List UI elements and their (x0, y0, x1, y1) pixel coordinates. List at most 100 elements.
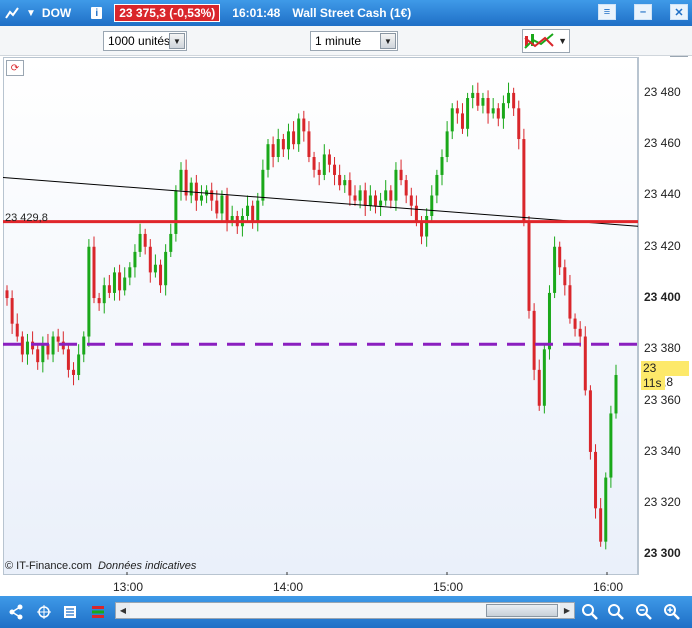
candle-body (220, 195, 224, 214)
price-chart[interactable] (3, 57, 638, 575)
candle-body (92, 246, 96, 299)
copyright-text: © IT-Finance.com (5, 560, 92, 572)
instrument-name: Wall Street Cash (1€) (292, 6, 412, 20)
price-badge: 23 375,3 (-0,53%) (114, 4, 221, 22)
zoom-reset-icon[interactable] (606, 602, 626, 622)
indicators-button[interactable]: ▼ (522, 29, 570, 53)
candle-body (20, 336, 24, 355)
candle-body (568, 285, 572, 319)
minimize-icon[interactable]: – (634, 4, 652, 20)
candle-body (445, 131, 449, 158)
scroll-right-icon[interactable]: ▶ (560, 603, 574, 618)
table-icon[interactable] (88, 602, 108, 622)
interval-select[interactable]: 1 minute ▼ (310, 31, 398, 51)
info-icon[interactable]: i (91, 7, 103, 19)
candle-body (553, 246, 557, 293)
y-tick-label: 23 460 (644, 136, 681, 151)
scroll-left-icon[interactable]: ◀ (116, 603, 130, 618)
share-icon[interactable] (6, 602, 26, 622)
refresh-icon[interactable]: ⟳ (6, 60, 24, 76)
chevron-down-icon[interactable]: ▼ (26, 8, 36, 19)
candle-body (159, 264, 163, 286)
candle-body (128, 267, 132, 278)
candle-body (496, 108, 500, 119)
candle-body (522, 139, 526, 222)
app-icon[interactable] (4, 5, 20, 21)
candle-body (373, 195, 377, 206)
candle-body (384, 190, 388, 201)
y-tick-label: 23 400 (644, 290, 681, 305)
candle-body (41, 344, 45, 363)
candle-body (82, 336, 86, 355)
candle-body (199, 195, 203, 201)
candle-body (420, 221, 424, 237)
candle-body (225, 195, 229, 222)
candle-body (435, 174, 439, 196)
candle-body (10, 298, 14, 324)
candle-body (302, 118, 306, 132)
candle-body (276, 139, 280, 158)
candle-body (414, 205, 418, 222)
candle-timer: 11s (641, 376, 665, 390)
candle-body (123, 277, 127, 291)
time-axis[interactable] (3, 575, 638, 595)
scroll-thumb[interactable] (486, 604, 558, 617)
candle-body (363, 190, 367, 206)
chevron-down-icon[interactable]: ▼ (380, 33, 396, 49)
horizontal-scrollbar[interactable]: ◀ ▶ (115, 602, 575, 619)
x-tick-label: 15:00 (433, 580, 464, 594)
candle-body (512, 92, 516, 109)
candle-body (194, 182, 198, 201)
zoom-in-icon[interactable] (662, 602, 682, 622)
list-icon[interactable] (60, 602, 80, 622)
candle-body (471, 92, 475, 99)
units-select[interactable]: 1000 unités ▼ (103, 31, 187, 51)
candle-body (609, 413, 613, 478)
candle-body (118, 272, 122, 291)
candle-body (527, 221, 531, 311)
title-bar: ▼ DOW i 23 375,3 (-0,53%) 16:01:48 Wall … (0, 0, 692, 26)
candle-body (25, 341, 29, 355)
candle-body (604, 477, 608, 542)
menu-icon[interactable]: ≡ (598, 4, 616, 20)
candle-body (348, 180, 352, 196)
candle-body (107, 285, 111, 293)
candle-body (148, 246, 152, 273)
candle-body (532, 310, 536, 370)
candle-body (72, 369, 76, 375)
candle-body (153, 264, 157, 273)
candle-body (327, 154, 331, 165)
candle-body (281, 139, 285, 150)
candle-body (102, 285, 106, 304)
last-price-tag: 23 370,8 (641, 361, 689, 389)
candle-body (389, 190, 393, 201)
interval-select-value: 1 minute (315, 34, 362, 48)
chevron-down-icon[interactable]: ▼ (558, 36, 567, 46)
candle-body (450, 108, 454, 132)
y-tick-label: 23 320 (644, 495, 681, 510)
x-tick-label: 13:00 (113, 580, 144, 594)
symbol-label[interactable]: DOW (42, 6, 71, 20)
candle-body (542, 349, 546, 406)
candle-body (537, 369, 541, 406)
close-icon[interactable]: ✕ (670, 4, 688, 20)
candle-body (143, 233, 147, 247)
crosshair-icon[interactable] (34, 602, 54, 622)
x-tick-label: 14:00 (273, 580, 304, 594)
zoom-out-icon[interactable] (634, 602, 654, 622)
candle-body (425, 215, 429, 237)
candle-body (312, 157, 316, 170)
candle-body (358, 190, 362, 201)
candle-body (174, 190, 178, 234)
trend-line (3, 177, 638, 227)
candle-body (343, 180, 347, 186)
chevron-down-icon[interactable]: ▼ (169, 33, 185, 49)
candle-body (558, 246, 562, 268)
candle-body (404, 180, 408, 196)
zoom-fit-icon[interactable] (580, 602, 600, 622)
candle-body (169, 233, 173, 252)
clock-time: 16:01:48 (232, 6, 281, 20)
candle-body (56, 336, 60, 342)
y-tick-label: 23 420 (644, 238, 681, 253)
candle-body (286, 131, 290, 150)
